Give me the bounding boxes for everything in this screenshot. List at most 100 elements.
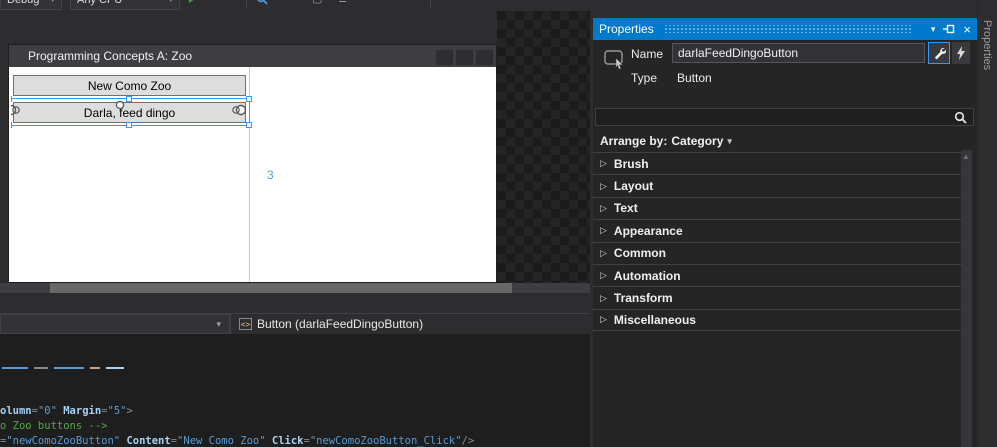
debug-config-label: Debug [7,0,39,6]
resize-handle[interactable] [126,122,132,128]
category-row-layout[interactable]: ▷ Layout [593,174,961,196]
code-token: /> [462,435,475,447]
design-canvas[interactable]: New Como Zoo Darla, feed dingo [11,67,494,282]
selection-adorner[interactable] [11,98,250,126]
category-row-automation[interactable]: ▷Automation [593,264,961,286]
arrange-by-label: Arrange by: [600,134,667,148]
properties-mode-button[interactable] [928,42,950,64]
category-label: Layout [614,179,653,193]
undo-icon[interactable]: ↶ [440,0,449,5]
resize-handle[interactable] [246,96,252,102]
margin-anchor-icon[interactable] [11,103,23,117]
save-icon[interactable]: — [376,0,387,4]
search-input[interactable] [596,111,954,123]
properties-title: Properties [599,22,654,36]
pin-icon[interactable] [943,24,955,34]
expander-icon[interactable]: ▷ [600,248,607,259]
properties-vertical-scrollbar[interactable]: ▲ [961,150,972,447]
text-fragment [34,367,48,369]
arrange-by-control[interactable]: Arrange by: Category ▾ [600,134,732,148]
name-input[interactable] [672,43,925,63]
resize-handle[interactable] [11,96,12,102]
types-dropdown[interactable]: ▾ [0,314,230,334]
new-file-icon[interactable]: ▢ [312,0,322,5]
category-label: Common [614,246,666,260]
resize-handle[interactable] [11,122,12,128]
selected-element-icon [603,48,627,72]
margin-value-label: 3 [267,168,274,182]
category-label: Miscellaneous [614,313,696,327]
resize-handle[interactable] [126,96,132,102]
properties-side-tab[interactable]: Properties [981,20,993,70]
design-button-label: New Como Zoo [88,79,171,93]
scroll-up-arrow-icon[interactable]: ▲ [962,152,970,161]
arrange-by-value[interactable]: Category [671,134,723,148]
xaml-code-editor[interactable]: olumn="0" Margin="5">o Zoo buttons -->="… [0,334,590,447]
design-window-titlebar: Programming Concepts A: Zoo [9,45,496,67]
chevron-down-icon[interactable]: ▾ [480,0,484,1]
platform-dropdown[interactable]: Any CPU ▾ [70,0,180,10]
code-lines: olumn="0" Margin="5">o Zoo buttons -->="… [0,401,590,447]
properties-titlebar[interactable]: Properties ▾ × [593,18,977,40]
members-dropdown[interactable]: <> Button (darlaFeedDingoButton) [231,314,423,334]
close-button[interactable] [476,50,493,65]
category-row-appearance[interactable]: ▷ Appearance [593,219,961,241]
clear-icon[interactable]: × [290,0,296,4]
code-token: "5" [108,405,127,417]
category-row-transform[interactable]: ▷Transform [593,286,961,308]
designer-horizontal-scrollbar[interactable] [0,283,590,293]
expander-icon[interactable]: ▷ [600,158,607,169]
code-line: olumn="0" Margin="5"> [0,404,590,419]
design-window: Programming Concepts A: Zoo New Como Zoo… [8,44,497,283]
chevron-down-icon[interactable]: ▾ [276,0,280,1]
close-icon[interactable]: × [963,23,971,36]
code-token: > [126,405,132,417]
category-row-brush[interactable]: ▷Brush [593,152,961,174]
designer-artboard: Programming Concepts A: Zoo New Como Zoo… [0,11,590,283]
category-list: ▷Brush▷Layout▷Text▷Appearance▷Common▷Aut… [593,152,961,331]
main-toolbar: Debug ▾ Any CPU ▾ Start ▾ × ▢ ≣ — — ↶ ↷ [0,0,997,11]
category-row-common[interactable]: ▷ Common [593,242,961,264]
code-token: "newComoZooButton_Click" [310,435,462,447]
category-row-miscellaneous[interactable]: ▷ Miscellaneous [593,309,961,331]
start-debug-button[interactable]: Start [188,0,224,3]
open-file-icon[interactable]: ≣ [338,0,347,5]
code-token: "0" [38,405,57,417]
design-button-newcomozoo[interactable]: New Como Zoo [13,75,246,96]
debug-config-dropdown[interactable]: Debug ▾ [0,0,62,10]
artboard-checker-background [497,11,590,283]
expander-icon[interactable]: ▷ [600,270,607,281]
search-icon[interactable] [256,0,268,8]
expander-icon[interactable]: ▷ [600,181,607,192]
editor-navigation-bar: ▾ <> Button (darlaFeedDingoButton) [0,314,590,334]
minimize-button[interactable] [436,50,453,65]
chevron-down-icon: ▾ [216,319,221,330]
type-value: Button [677,71,712,85]
properties-search-box[interactable] [595,108,974,126]
events-mode-button[interactable] [952,42,970,64]
clipped-code-line [0,365,590,370]
center-anchor-icon[interactable] [114,100,126,110]
category-label: Appearance [614,224,683,238]
save-all-icon[interactable]: — [404,0,415,4]
toolbar-separator [430,0,431,8]
code-line: o Zoo buttons --> [0,419,590,434]
resize-handle[interactable] [246,122,252,128]
expander-icon[interactable]: ▷ [600,225,607,236]
chevron-down-icon: ▾ [50,0,55,5]
maximize-button[interactable] [456,50,473,65]
redo-icon[interactable]: ↷ [462,0,471,5]
code-line: ="newComoZooButton" Content="New Como Zo… [0,434,590,447]
xaml-editor-pane: ▾ <> Button (darlaFeedDingoButton) olumn… [0,313,590,447]
lightning-icon [956,46,966,60]
expander-icon[interactable]: ▷ [600,314,607,325]
expander-icon[interactable]: ▷ [600,203,607,214]
search-icon[interactable] [954,111,967,124]
margin-anchor-icon[interactable] [230,103,248,117]
category-row-text[interactable]: ▷Text [593,197,961,219]
window-position-icon[interactable]: ▾ [931,24,936,35]
toolbar-separator [246,0,247,8]
scrollbar-thumb[interactable] [50,283,512,293]
expander-icon[interactable]: ▷ [600,293,607,304]
platform-label: Any CPU [77,0,122,6]
